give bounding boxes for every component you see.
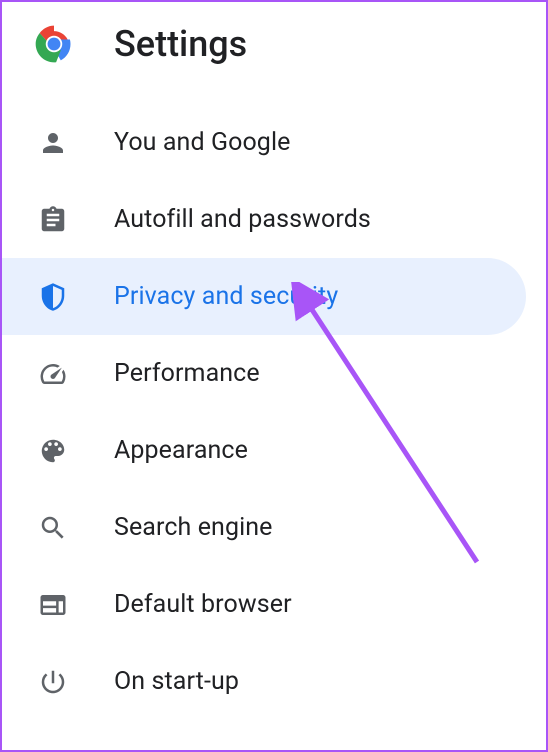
clipboard-icon	[38, 205, 68, 235]
nav-item-default-browser[interactable]: Default browser	[2, 566, 546, 643]
nav-label: Autofill and passwords	[114, 205, 371, 234]
shield-icon	[38, 282, 68, 312]
nav-item-appearance[interactable]: Appearance	[2, 412, 546, 489]
person-icon	[38, 128, 68, 158]
nav-item-search-engine[interactable]: Search engine	[2, 489, 546, 566]
search-icon	[38, 513, 68, 543]
nav-item-startup[interactable]: On start-up	[2, 643, 546, 720]
nav-label: You and Google	[114, 128, 291, 157]
nav-label: Appearance	[114, 436, 248, 465]
nav-label: Default browser	[114, 590, 292, 619]
nav-label: Search engine	[114, 513, 273, 542]
page-title: Settings	[114, 23, 247, 65]
chrome-logo-icon	[32, 22, 76, 66]
settings-header: Settings	[2, 2, 546, 94]
nav-item-you-and-google[interactable]: You and Google	[2, 104, 546, 181]
nav-item-privacy[interactable]: Privacy and security	[2, 258, 526, 335]
browser-icon	[38, 590, 68, 620]
settings-nav: You and Google Autofill and passwords Pr…	[2, 94, 546, 720]
nav-item-autofill[interactable]: Autofill and passwords	[2, 181, 546, 258]
nav-item-performance[interactable]: Performance	[2, 335, 546, 412]
power-icon	[38, 667, 68, 697]
speedometer-icon	[38, 359, 68, 389]
nav-label: On start-up	[114, 667, 239, 696]
palette-icon	[38, 436, 68, 466]
nav-label: Performance	[114, 359, 260, 388]
nav-label: Privacy and security	[114, 282, 338, 311]
